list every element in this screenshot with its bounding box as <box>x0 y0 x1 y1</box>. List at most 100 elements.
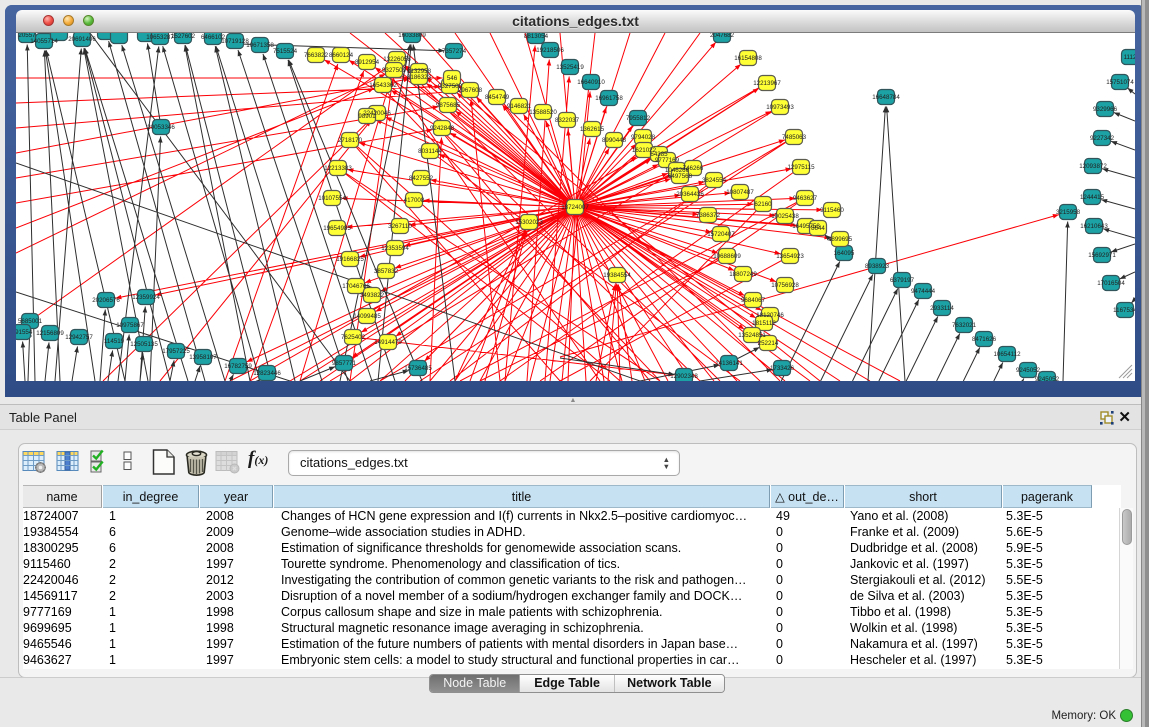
svg-text:10975867: 10975867 <box>116 322 144 329</box>
svg-text:12093872: 12093872 <box>1079 163 1107 170</box>
svg-text:16543362: 16543362 <box>369 82 397 89</box>
svg-text:3267110: 3267110 <box>388 223 412 230</box>
svg-text:7357274: 7357274 <box>442 48 467 55</box>
svg-text:10756928: 10756928 <box>771 282 799 289</box>
svg-text:9794028: 9794028 <box>631 134 656 141</box>
svg-text:14914479: 14914479 <box>374 339 402 346</box>
svg-text:8454749: 8454749 <box>485 94 510 101</box>
svg-text:1244415: 1244415 <box>1080 194 1105 201</box>
svg-text:546: 546 <box>447 75 458 82</box>
svg-text:10807487: 10807487 <box>726 189 754 196</box>
svg-text:114519: 114519 <box>104 338 125 345</box>
svg-text:10719128: 10719128 <box>221 38 249 45</box>
svg-text:1167534: 1167534 <box>1113 307 1135 314</box>
svg-text:7625402: 7625402 <box>341 334 366 341</box>
svg-text:18120746: 18120746 <box>756 312 784 319</box>
svg-text:10654112: 10654112 <box>993 351 1021 358</box>
svg-text:7386372: 7386372 <box>696 212 721 219</box>
svg-text:9684067: 9684067 <box>741 297 766 304</box>
svg-text:3824554: 3824554 <box>702 177 727 184</box>
svg-text:7485063: 7485063 <box>782 134 807 141</box>
svg-text:15720407: 15720407 <box>707 231 735 238</box>
svg-text:5685001: 5685001 <box>18 318 43 325</box>
svg-text:7515524: 7515524 <box>273 48 298 55</box>
svg-text:18724007: 18724007 <box>561 204 589 211</box>
svg-text:14099485: 14099485 <box>353 313 381 320</box>
svg-text:8471626: 8471626 <box>972 336 997 343</box>
svg-text:6497568: 6497568 <box>668 173 693 180</box>
svg-text:16210643: 16210643 <box>1080 223 1108 230</box>
svg-text:164095: 164095 <box>834 250 855 257</box>
svg-text:13524851: 13524851 <box>738 332 766 339</box>
svg-text:15692971: 15692971 <box>1088 252 1116 259</box>
svg-text:12975115: 12975115 <box>787 164 815 171</box>
svg-text:9899695: 9899695 <box>828 236 853 243</box>
svg-text:9777169: 9777169 <box>655 157 680 164</box>
svg-text:98901: 98901 <box>358 113 376 120</box>
svg-text:1527602: 1527602 <box>171 33 196 40</box>
svg-text:8644: 8644 <box>811 225 825 232</box>
svg-text:20364436: 20364436 <box>676 191 704 198</box>
svg-text:8427552: 8427552 <box>409 175 434 182</box>
svg-text:19166825: 19166825 <box>336 256 364 263</box>
svg-text:19654985: 19654985 <box>323 225 351 232</box>
svg-text:746266: 746266 <box>683 165 704 172</box>
svg-text:8912954: 8912954 <box>355 59 380 66</box>
svg-text:391554: 391554 <box>16 329 33 336</box>
svg-text:9474444: 9474444 <box>911 288 936 295</box>
svg-text:13588520: 13588520 <box>529 109 557 116</box>
svg-text:3857832: 3857832 <box>374 268 399 275</box>
svg-text:8938923: 8938923 <box>865 263 890 270</box>
svg-text:1112: 1112 <box>1124 54 1135 61</box>
svg-text:9857771: 9857771 <box>332 360 357 367</box>
svg-text:16154808: 16154808 <box>734 55 762 62</box>
svg-text:12823446: 12823446 <box>253 370 281 377</box>
svg-text:16033809: 16033809 <box>398 33 426 39</box>
svg-text:1815112: 1815112 <box>752 320 776 327</box>
svg-text:9329966: 9329966 <box>1093 106 1118 113</box>
svg-text:2967608: 2967608 <box>458 87 483 94</box>
svg-text:12213383: 12213383 <box>324 165 352 172</box>
svg-text:9146821: 9146821 <box>507 103 532 110</box>
svg-text:9115460: 9115460 <box>820 207 844 214</box>
svg-text:8813054: 8813054 <box>524 33 549 40</box>
svg-text:1362615: 1362615 <box>580 126 605 133</box>
svg-text:10671358: 10671358 <box>246 42 274 49</box>
svg-text:12213967: 12213967 <box>753 80 781 87</box>
svg-text:10025438: 10025438 <box>771 213 799 220</box>
svg-text:12505135: 12505135 <box>130 341 158 348</box>
svg-text:8186323: 8186323 <box>407 74 432 81</box>
svg-text:17016504: 17016504 <box>1097 280 1125 287</box>
svg-text:8990448: 8990448 <box>602 137 627 144</box>
svg-text:20691406: 20691406 <box>68 36 96 43</box>
svg-text:3215958: 3215958 <box>1056 209 1081 216</box>
svg-text:18807249: 18807249 <box>729 271 757 278</box>
svg-text:13525419: 13525419 <box>556 64 584 71</box>
svg-text:9463627: 9463627 <box>793 195 818 202</box>
svg-text:14136141: 14136141 <box>715 360 743 367</box>
svg-text:62160: 62160 <box>754 201 772 208</box>
svg-text:15302023: 15302023 <box>515 219 543 226</box>
svg-text:8031144: 8031144 <box>418 148 442 155</box>
svg-text:12359924: 12359924 <box>132 294 160 301</box>
svg-text:13226058: 13226058 <box>383 56 411 63</box>
svg-text:9327509: 9327509 <box>382 67 407 74</box>
svg-text:19384554: 19384554 <box>603 272 631 279</box>
svg-text:9245052: 9245052 <box>1016 367 1041 374</box>
svg-text:9227342: 9227342 <box>1090 135 1115 142</box>
svg-text:7632021: 7632021 <box>952 322 977 329</box>
svg-text:252214: 252214 <box>758 340 779 347</box>
svg-text:15736485: 15736485 <box>404 365 432 372</box>
svg-text:1733426: 1733426 <box>770 365 795 372</box>
svg-text:16782759: 16782759 <box>224 363 252 370</box>
svg-text:14055714: 14055714 <box>30 38 58 45</box>
svg-text:2933114: 2933114 <box>930 305 954 312</box>
svg-text:17957225: 17957225 <box>162 348 190 355</box>
svg-text:12942757: 12942757 <box>65 334 93 341</box>
svg-text:417008: 417008 <box>404 197 425 204</box>
svg-text:3493822: 3493822 <box>360 292 385 299</box>
svg-text:12902348: 12902348 <box>670 373 698 380</box>
svg-text:6379197: 6379197 <box>890 277 915 284</box>
svg-text:10973493: 10973493 <box>766 104 794 111</box>
svg-text:8660124: 8660124 <box>329 52 354 59</box>
